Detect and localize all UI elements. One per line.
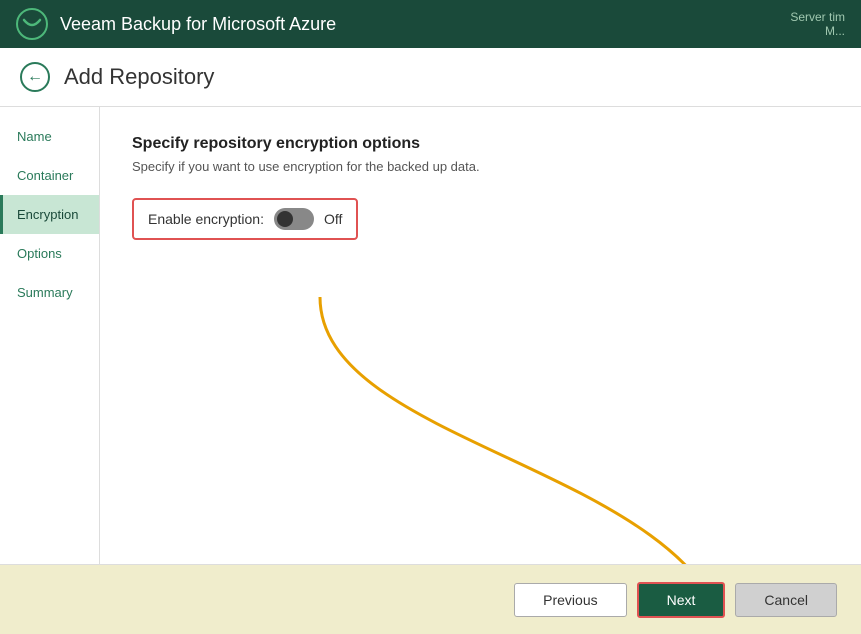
toggle-state-label: Off (324, 211, 342, 227)
dialog-footer: Previous Next Cancel (0, 564, 861, 634)
toggle-track (274, 208, 314, 230)
encryption-label: Enable encryption: (148, 211, 264, 227)
encryption-toggle[interactable] (274, 208, 314, 230)
sidebar-item-summary[interactable]: Summary (0, 273, 99, 312)
app-header: Veeam Backup for Microsoft Azure Server … (0, 0, 861, 48)
server-value: M... (790, 24, 845, 38)
toggle-thumb (277, 211, 293, 227)
add-repository-dialog: ← Add Repository Name Container Encrypti… (0, 48, 861, 634)
annotation-arrow (200, 267, 850, 564)
back-button[interactable]: ← (20, 62, 50, 92)
server-info: Server tim M... (790, 10, 845, 38)
cancel-button[interactable]: Cancel (735, 583, 837, 617)
app-title: Veeam Backup for Microsoft Azure (60, 14, 336, 35)
section-title: Specify repository encryption options (132, 135, 829, 153)
sidebar-item-name[interactable]: Name (0, 117, 99, 156)
sidebar-item-options[interactable]: Options (0, 234, 99, 273)
main-content: Specify repository encryption options Sp… (100, 107, 861, 564)
sidebar-item-container[interactable]: Container (0, 156, 99, 195)
server-label: Server tim (790, 10, 845, 24)
dialog-body: Name Container Encryption Options Summar… (0, 107, 861, 564)
wizard-sidebar: Name Container Encryption Options Summar… (0, 107, 100, 564)
dialog-header: ← Add Repository (0, 48, 861, 107)
encryption-box: Enable encryption: Off (132, 198, 358, 240)
dialog-title: Add Repository (64, 64, 214, 90)
sidebar-item-encryption[interactable]: Encryption (0, 195, 99, 234)
previous-button[interactable]: Previous (514, 583, 626, 617)
section-subtitle: Specify if you want to use encryption fo… (132, 159, 829, 174)
next-button[interactable]: Next (637, 582, 726, 618)
veeam-logo (16, 8, 48, 40)
